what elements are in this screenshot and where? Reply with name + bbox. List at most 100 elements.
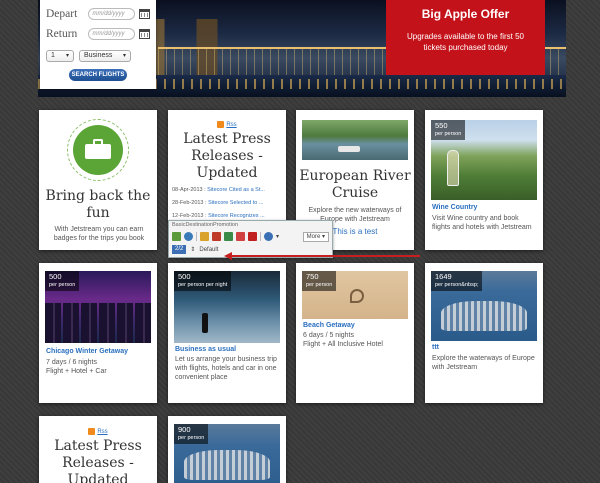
close-icon[interactable] [248,232,257,241]
price-unit: per person per night [178,282,228,288]
press-item[interactable]: 28-Feb-2013 : Sitecore Selected to ... [172,200,284,213]
price-badge: 500 per person per night [174,271,232,291]
chevron-down-icon: ▾ [122,53,126,59]
beach-duration: 6 days / 5 nights [303,332,354,339]
beach-title[interactable]: Beach Getaway [303,322,355,329]
price-badge: 900 per person [174,424,209,444]
price-amount: 500 [178,272,191,281]
calendar-icon[interactable] [139,29,150,39]
price-amount: 1649 [435,272,452,281]
datasource-icon[interactable] [200,232,209,241]
price-unit: per person&nbsp; [435,282,479,288]
badge-title: Bring back the fun [45,188,151,221]
business-photo: 500 per person per night [174,271,280,343]
press-date: 08-Apr-2013 [172,187,203,193]
depart-date-input[interactable]: mm/dd/yyyy [87,8,136,20]
rss-link[interactable]: Rss [168,121,286,128]
marina-title[interactable]: ttt [432,344,439,351]
marina-photo: 900 per person [174,424,280,483]
press-title: Latest Press Releases -Updated [183,131,271,181]
toolbar-divider [260,232,261,241]
press-link[interactable]: Sitecore Recognizes ... [208,213,265,219]
class-value: Business [84,52,113,59]
personalize-icon[interactable] [184,232,193,241]
press-releases-card: Rss Latest Press Releases -Updated 08-Ap… [168,110,286,222]
chicago-duration: 7 days / 6 nights [46,359,97,366]
chicago-package: Flight + Hotel + Car [46,368,107,375]
booking-selects: 1 ▾ Business ▾ [46,50,150,62]
luggage-badge-icon [73,125,123,175]
calendar-icon[interactable] [139,9,150,19]
chicago-title[interactable]: Chicago Winter Getaway [46,348,128,355]
beach-card[interactable]: 750 per person Beach Getaway 6 days / 5 … [296,263,414,403]
wine-title[interactable]: Wine Country [432,204,477,211]
delete-icon[interactable] [236,232,245,241]
price-unit: per person [435,131,462,137]
rss-label: Rss [226,121,237,128]
wine-text: Visit Wine country and book flights and … [432,215,532,231]
price-badge: 550 per person [431,120,466,140]
rss-icon [88,428,96,435]
more-label: More [306,233,321,240]
price-amount: 750 [306,272,319,281]
more-button[interactable]: More ▾ [302,231,329,242]
beach-package: Flight + All Inclusive Hotel [303,341,383,348]
business-card[interactable]: 500 per person per night Business as usu… [168,263,286,403]
price-badge: 750 per person [302,271,337,291]
rss-label: Rss [97,428,108,435]
marina-text: Explore the waterways of Europe with Jet… [432,355,535,371]
chevron-down-icon[interactable]: ▾ [276,233,279,240]
business-title[interactable]: Business as usual [175,346,236,353]
flight-booking-panel: Depart mm/dd/yyyy Return mm/dd/yyyy 1 ▾ … [40,0,156,89]
globe-icon[interactable] [264,232,273,241]
press-link[interactable]: Sitecore Cited as a St... [207,187,265,193]
search-flights-button[interactable]: SEARCH FLIGHTS [69,69,127,81]
rss-link[interactable]: Rss [39,428,157,435]
edit-icon[interactable] [172,232,181,241]
passengers-value: 1 [51,52,55,59]
wine-country-card[interactable]: 550 per person Wine Country Visit Wine c… [425,110,543,250]
annotation-arrow-line [230,255,420,257]
test-icon[interactable] [212,232,221,241]
passengers-select[interactable]: 1 ▾ [46,50,74,62]
beach-photo: 750 per person [302,271,408,319]
variant-name: Default [199,246,219,253]
badge-text: With Jetstream you can earn badges for t… [53,226,145,242]
chicago-card[interactable]: 500 per person Chicago Winter Getaway 7 … [39,263,157,403]
big-apple-offer[interactable]: Big Apple Offer Upgrades available to th… [386,0,545,75]
chevron-down-icon: ▾ [65,53,69,59]
badge-card[interactable]: Bring back the fun With Jetstream you ca… [39,110,157,250]
variant-stepper-icon[interactable]: ⇕ [190,246,195,253]
variant-pager[interactable]: 2/2 [172,245,187,254]
marina-card[interactable]: 1649 per person&nbsp; ttt Explore the wa… [425,263,543,403]
class-select[interactable]: Business ▾ [79,50,131,62]
business-text: Let us arrange your business trip with f… [175,356,277,381]
component-toolbar: BasicDestinationPromotion ▾ More ▾ 2/2 ⇕… [168,220,333,258]
press-date: 12-Feb-2013 [172,213,204,219]
price-amount: 900 [178,425,191,434]
return-date-input[interactable]: mm/dd/yyyy [87,28,136,40]
press-link[interactable]: Sitecore Selected to ... [208,200,263,206]
annotation-arrow-head [224,252,232,260]
return-row: Return mm/dd/yyyy [46,24,150,44]
press-title: Latest Press Releases -Updated [54,438,142,483]
move-icon[interactable] [224,232,233,241]
depart-row: Depart mm/dd/yyyy [46,4,150,24]
river-title: European River Cruise [299,168,411,201]
marina-photo: 1649 per person&nbsp; [431,271,537,341]
price-unit: per person [306,282,333,288]
price-unit: per person [178,435,205,441]
offer-description: Upgrades available to the first 50 ticke… [407,32,524,52]
price-badge: 500 per person [45,271,80,291]
press-date: 28-Feb-2013 [172,200,204,206]
toolbar-buttons: ▾ More ▾ [169,230,332,243]
chicago-photo: 500 per person [45,271,151,343]
rss-icon [217,121,225,128]
toolbar-divider [196,232,197,241]
return-label: Return [46,28,78,40]
press-item[interactable]: 08-Apr-2013 : Sitecore Cited as a St... [172,187,284,200]
price-amount: 550 [435,121,448,130]
offer-title: Big Apple Offer [421,7,510,21]
marina-card-2[interactable]: 900 per person [168,416,286,483]
depart-label: Depart [46,8,78,20]
